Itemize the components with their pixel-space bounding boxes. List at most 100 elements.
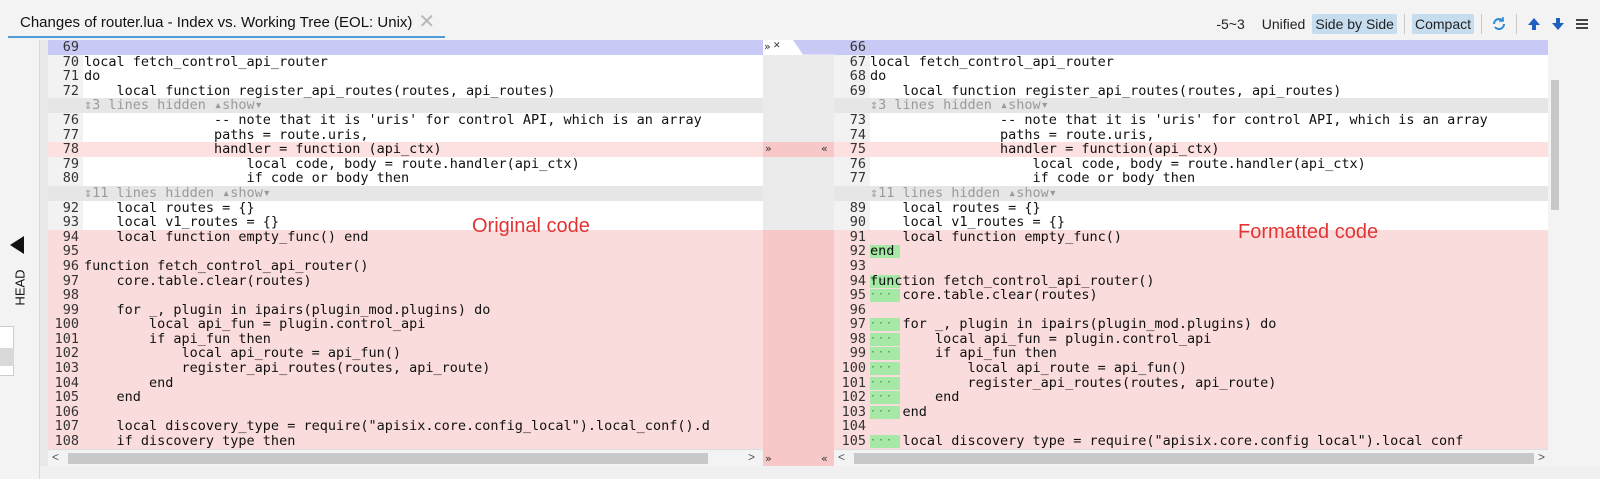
toolbar-separator bbox=[1403, 14, 1405, 34]
right-horizontal-scrollbar[interactable]: < > bbox=[834, 449, 1548, 466]
line-number: 74 bbox=[849, 126, 866, 143]
scroll-right-icon[interactable]: > bbox=[748, 450, 755, 464]
right-side-strip bbox=[1562, 40, 1600, 479]
code-text: handler = function (api_ctx) bbox=[84, 141, 442, 158]
code-text: function fetch_control_api_router() bbox=[84, 257, 369, 274]
arrow-down-icon[interactable] bbox=[1548, 14, 1568, 34]
unified-button[interactable]: Unified bbox=[1259, 14, 1309, 34]
merge-left-icon[interactable]: « bbox=[821, 452, 828, 465]
hidden-lines-row[interactable]: ⇕3 lines hidden ▴show▾ bbox=[48, 98, 763, 113]
connector-deleted: » « bbox=[763, 229, 834, 466]
line-number: 79 bbox=[62, 155, 79, 172]
close-icon[interactable]: ✕ bbox=[773, 41, 781, 51]
merge-right-icon[interactable]: » bbox=[764, 40, 771, 53]
code-line: 97 ··· for _, plugin in ipairs(plugin_mod… bbox=[834, 317, 1548, 332]
arrow-up-icon[interactable] bbox=[1524, 14, 1544, 34]
code-line: 78 handler = function (api_ctx) bbox=[48, 142, 763, 157]
annotation-formatted: Formatted code bbox=[1238, 221, 1379, 243]
change-count: -5~3 bbox=[1216, 16, 1245, 32]
scroll-thumb[interactable] bbox=[854, 453, 1534, 464]
bottom-strip bbox=[40, 466, 1600, 479]
scroll-right-icon[interactable]: > bbox=[1538, 450, 1545, 464]
code-line: 80 if code or body then bbox=[48, 171, 763, 186]
code-text: local fetch_control_api_router bbox=[870, 53, 1114, 70]
line-number: 72 bbox=[62, 82, 79, 99]
code-text: end bbox=[84, 374, 174, 391]
line-number: 106 bbox=[54, 403, 79, 420]
right-diff-pane[interactable]: 66 67 local fetch_control_api_router 68 do 6… bbox=[834, 40, 1548, 466]
code-text: -- note that it is 'uris' for control AP… bbox=[84, 111, 702, 128]
merge-right-icon[interactable]: » bbox=[765, 452, 772, 465]
line-number: 67 bbox=[849, 53, 866, 70]
code-text: local api_route = api_fun() bbox=[84, 345, 401, 362]
code-text: do bbox=[84, 68, 101, 85]
line-number: 100 bbox=[54, 316, 79, 333]
triangle-left-icon[interactable] bbox=[10, 236, 24, 254]
code-text: local api_route = api_fun() bbox=[870, 360, 1187, 377]
connector-modified: » « bbox=[763, 142, 834, 157]
line-number: 80 bbox=[62, 170, 79, 187]
code-text: core.table.clear(routes) bbox=[870, 287, 1098, 304]
line-number: 105 bbox=[54, 389, 79, 406]
code-text: local api_fun = plugin.control_api bbox=[870, 330, 1212, 347]
code-text: end bbox=[84, 389, 141, 406]
hidden-lines-row[interactable]: ⇕11 lines hidden ▴show▾ bbox=[48, 186, 763, 201]
vertical-scrollbar[interactable] bbox=[1548, 40, 1562, 466]
compact-button[interactable]: Compact bbox=[1411, 14, 1474, 34]
menu-icon[interactable] bbox=[1572, 14, 1592, 34]
merge-left-icon[interactable]: « bbox=[821, 142, 828, 155]
code-line: 76 local code, body = route.handler(api_… bbox=[834, 157, 1548, 172]
scroll-thumb[interactable] bbox=[68, 453, 708, 464]
line-number: 73 bbox=[849, 111, 866, 128]
line-number: 96 bbox=[62, 257, 79, 274]
left-horizontal-scrollbar[interactable]: < > bbox=[48, 449, 763, 466]
hidden-lines-row[interactable]: ⇕3 lines hidden ▴show▾ bbox=[834, 98, 1548, 113]
line-number: 92 bbox=[849, 243, 866, 260]
code-text: local api_fun = plugin.control_api bbox=[84, 316, 426, 333]
left-marker-column bbox=[40, 40, 48, 466]
code-text: core.table.clear(routes) bbox=[84, 272, 312, 289]
code-line: 69 local function register_api_routes(ro… bbox=[834, 84, 1548, 99]
code-text: ⇕11 lines hidden ▴show▾ bbox=[84, 184, 271, 201]
diff-tab[interactable]: Changes of router.lua - Index vs. Workin… bbox=[8, 8, 446, 38]
code-line: 76 -- note that it is 'uris' for control… bbox=[48, 113, 763, 128]
left-diff-pane[interactable]: 69 70 local fetch_control_api_router 71 do 7… bbox=[40, 40, 763, 466]
left-side-strip: HEAD bbox=[0, 40, 40, 479]
code-line: 103 ··· end bbox=[834, 405, 1548, 420]
code-text: local routes = {} bbox=[84, 199, 255, 216]
code-line: 107 local discovery_type = require("apis… bbox=[48, 419, 763, 435]
line-number: 93 bbox=[849, 257, 866, 274]
line-number: 91 bbox=[849, 228, 866, 245]
line-number: 70 bbox=[62, 53, 79, 70]
code-line: 93 local v1_routes = {} bbox=[48, 215, 763, 230]
toolbar-separator bbox=[1516, 14, 1517, 34]
code-text: paths = route.uris, bbox=[84, 126, 369, 143]
vertical-scroll-thumb[interactable] bbox=[1551, 80, 1559, 210]
code-text: ⇕3 lines hidden ▴show▾ bbox=[870, 97, 1049, 114]
line-number: 95 bbox=[849, 287, 866, 304]
side-by-side-button[interactable]: Side by Side bbox=[1312, 14, 1397, 34]
line-number: 69 bbox=[849, 82, 866, 99]
hidden-lines-row[interactable]: ⇕11 lines hidden ▴show▾ bbox=[834, 186, 1548, 201]
code-text: for _, plugin in ipairs(plugin_mod.plugi… bbox=[870, 316, 1277, 333]
code-line: 106 bbox=[48, 405, 763, 420]
code-text: end bbox=[870, 389, 960, 406]
line-number: 101 bbox=[54, 330, 79, 347]
code-line: 98 bbox=[48, 288, 763, 303]
code-text: register_api_routes(routes, api_route) bbox=[870, 374, 1277, 391]
code-line: 92 local routes = {} bbox=[48, 199, 763, 216]
code-text: local function empty_func() end bbox=[84, 228, 369, 245]
code-line: 100 ··· local api_route = api_fun() bbox=[834, 361, 1548, 376]
merge-right-icon[interactable]: » bbox=[765, 142, 772, 155]
refresh-icon[interactable] bbox=[1489, 14, 1509, 34]
code-line: 105 ··· local discovery type = require("a… bbox=[834, 434, 1548, 449]
scroll-left-icon[interactable]: < bbox=[52, 450, 59, 464]
code-text: function fetch_control_api_router() bbox=[870, 272, 1155, 289]
close-tab-icon[interactable]: ✕ bbox=[418, 12, 435, 32]
right-code-lines: 66 67 local fetch_control_api_router 68 do 6… bbox=[834, 40, 1548, 449]
line-number: 102 bbox=[54, 345, 79, 362]
code-text: do bbox=[870, 68, 887, 85]
line-number: 71 bbox=[62, 68, 79, 85]
scroll-left-icon[interactable]: < bbox=[838, 450, 845, 464]
code-text: local function register_api_routes(route… bbox=[870, 82, 1342, 99]
